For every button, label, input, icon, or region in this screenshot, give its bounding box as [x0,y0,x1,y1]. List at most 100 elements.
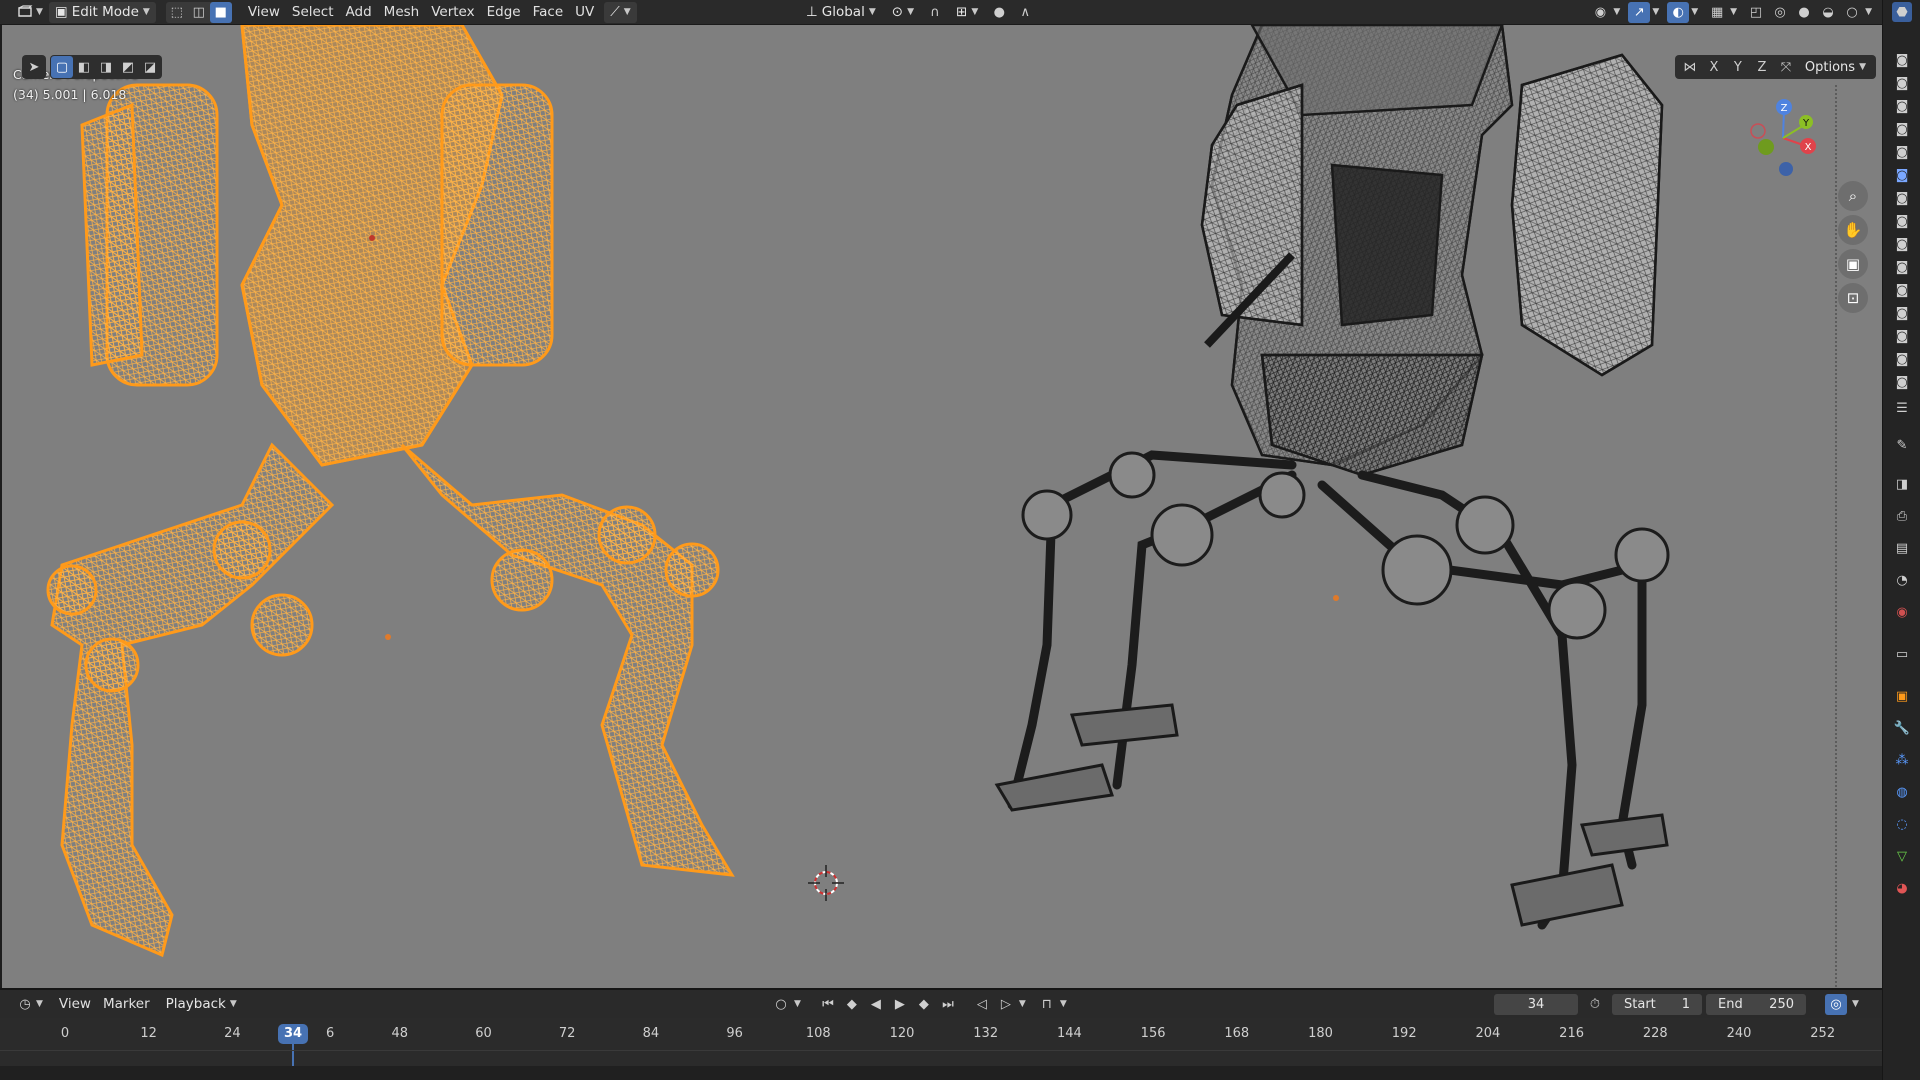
xray-toggle-icon[interactable]: ◰ [1745,2,1767,23]
select-cursor-icon[interactable]: ➤ [23,56,45,78]
camera-row-icon[interactable]: ◙ [1892,326,1912,346]
unselected-mech-mesh[interactable] [1200,25,1664,477]
camera-row-icon[interactable]: ◙ [1892,280,1912,300]
select-new-icon[interactable]: ▢ [51,56,73,78]
object-properties-icon[interactable]: ▣ [1892,686,1912,706]
collection-properties-icon[interactable]: ▭ [1892,644,1912,664]
3d-viewport[interactable]: Camera Perspective (34) 5.001 | 6.018 ➤ … [2,25,1882,988]
prev-marker-icon[interactable]: ◁ [971,994,993,1015]
mesh-overlay-icon[interactable]: ▦ [1706,2,1728,23]
timeline-menu-view[interactable]: View [53,994,97,1015]
mirror-icon[interactable]: ⋈ [1679,57,1701,78]
next-keyframe-icon[interactable]: ◆ [913,994,935,1015]
properties-panel-icon[interactable]: ☰ [1892,398,1912,418]
proportional-edit-icon[interactable]: ● [988,2,1010,23]
face-select-icon[interactable]: ■ [209,1,232,23]
camera-row-icon[interactable]: ◙ [1892,50,1912,70]
camera-row-icon[interactable]: ◙ [1892,119,1912,139]
camera-row-icon[interactable]: ◙ [1892,211,1912,231]
menu-uv[interactable]: UV [569,2,600,23]
timeline-menu-marker[interactable]: Marker [97,994,156,1015]
camera-row-icon[interactable]: ◙ [1892,73,1912,93]
visibility-eye-icon[interactable]: ◉ [1589,2,1611,23]
axis-y-toggle[interactable]: Y [1727,57,1749,78]
tool-properties-icon[interactable]: ✎ [1892,435,1912,455]
mesh-data-icon[interactable]: ▽ [1892,846,1912,866]
timeline-area[interactable]: 0 12 24 6 48 60 72 84 96 108 120 132 144 156 168 180 192… [0,1018,1882,1066]
topology-mirror-icon[interactable]: ⤧ [1775,57,1797,78]
overlay-toggle-icon[interactable]: ◐ [1667,1,1690,23]
perspective-toggle-icon[interactable]: ⊡ [1838,283,1868,313]
menu-vertex[interactable]: Vertex [425,2,480,23]
orientation-dropdown[interactable]: ⊥ Global ▼ [800,1,882,23]
particles-icon[interactable]: ⁂ [1892,750,1912,770]
solid-shading-icon[interactable]: ● [1793,2,1815,23]
options-dropdown[interactable]: Options ▼ [1798,56,1872,78]
auto-keying-icon[interactable]: ○ [770,994,792,1015]
stopwatch-icon[interactable]: ⏱ [1584,994,1606,1015]
pan-hand-icon[interactable]: ✋ [1838,215,1868,245]
end-frame-field[interactable]: End 250 [1706,993,1806,1015]
sync-mode-icon[interactable]: ◎ [1825,993,1847,1015]
world-properties-icon[interactable]: ◉ [1892,602,1912,622]
camera-view-icon[interactable]: ▣ [1838,249,1868,279]
play-icon[interactable]: ▶ [889,994,911,1015]
current-frame-field[interactable]: 34 [1494,993,1578,1015]
camera-row-icon[interactable]: ◙ [1892,96,1912,116]
menu-face[interactable]: Face [527,2,570,23]
next-marker-icon[interactable]: ▷ [995,994,1017,1015]
wireframe-shading-icon[interactable]: ◎ [1769,2,1791,23]
vertex-select-icon[interactable]: ⬚ [166,2,188,23]
navigation-gizmo[interactable]: Z X Y [1738,93,1828,183]
axis-z-toggle[interactable]: Z [1751,57,1773,78]
select-extend-icon[interactable]: ◧ [73,56,95,78]
camera-row-icon[interactable]: ◙ [1892,349,1912,369]
jump-end-icon[interactable]: ⏭ [937,994,959,1015]
keying-set-icon[interactable]: ⊓ [1036,994,1058,1015]
menu-mesh[interactable]: Mesh [378,2,426,23]
prev-keyframe-icon[interactable]: ◆ [841,994,863,1015]
gizmo-toggle-icon[interactable]: ↗ [1628,1,1651,23]
pivot-dropdown[interactable]: ⊙ ▼ [885,1,920,23]
material-shading-icon[interactable]: ◒ [1817,2,1839,23]
jump-start-icon[interactable]: ⏮ [817,994,839,1015]
mode-dropdown[interactable]: ▣ Edit Mode ▼ [48,1,156,23]
start-frame-field[interactable]: Start 1 [1612,993,1702,1015]
selected-mech-mesh[interactable] [46,25,735,958]
3d-cursor-icon[interactable] [808,865,844,901]
scene-properties-icon[interactable]: ◔ [1892,570,1912,590]
camera-row-icon[interactable]: ◙ [1892,257,1912,277]
camera-row-icon[interactable]: ◙ [1892,234,1912,254]
menu-edge[interactable]: Edge [481,2,527,23]
rendered-shading-icon[interactable]: ○ [1841,2,1863,23]
constraints-icon[interactable]: ◌ [1892,814,1912,834]
playhead[interactable]: 34 [278,1018,308,1066]
menu-view[interactable]: View [242,2,286,23]
snap-magnet-icon[interactable]: ∩ [924,2,946,23]
falloff-icon[interactable]: ∧ [1014,2,1036,23]
camera-row-icon[interactable]: ◙ [1892,188,1912,208]
uv-sync-dropdown[interactable]: ⟋ ▼ [604,1,637,23]
snap-target-dropdown[interactable]: ⊞ ▼ [950,1,985,23]
material-icon[interactable]: ◕ [1892,878,1912,898]
output-properties-icon[interactable]: ⎙ [1892,506,1912,526]
edge-select-icon[interactable]: ◫ [188,2,210,23]
select-subtract-icon[interactable]: ◨ [95,56,117,78]
zoom-icon[interactable]: ⌕ [1838,181,1868,211]
menu-select[interactable]: Select [286,2,340,23]
view-layer-icon[interactable]: ▤ [1892,538,1912,558]
camera-row-icon[interactable]: ◙ [1892,142,1912,162]
physics-icon[interactable]: ◍ [1892,782,1912,802]
editor-type-icon[interactable] [14,2,36,23]
modifier-wrench-icon[interactable]: 🔧 [1892,718,1912,738]
menu-add[interactable]: Add [340,2,378,23]
camera-row-icon[interactable]: ◙ [1892,372,1912,392]
select-intersect-icon[interactable]: ◪ [139,56,161,78]
playback-dropdown[interactable]: Playback ▼ [159,993,243,1015]
camera-row-icon[interactable]: ◙ [1892,303,1912,323]
camera-row-icon[interactable]: ◙ [1892,165,1912,185]
axis-x-toggle[interactable]: X [1703,57,1725,78]
play-reverse-icon[interactable]: ◀ [865,994,887,1015]
select-invert-icon[interactable]: ◩ [117,56,139,78]
render-properties-icon[interactable]: ◨ [1892,474,1912,494]
